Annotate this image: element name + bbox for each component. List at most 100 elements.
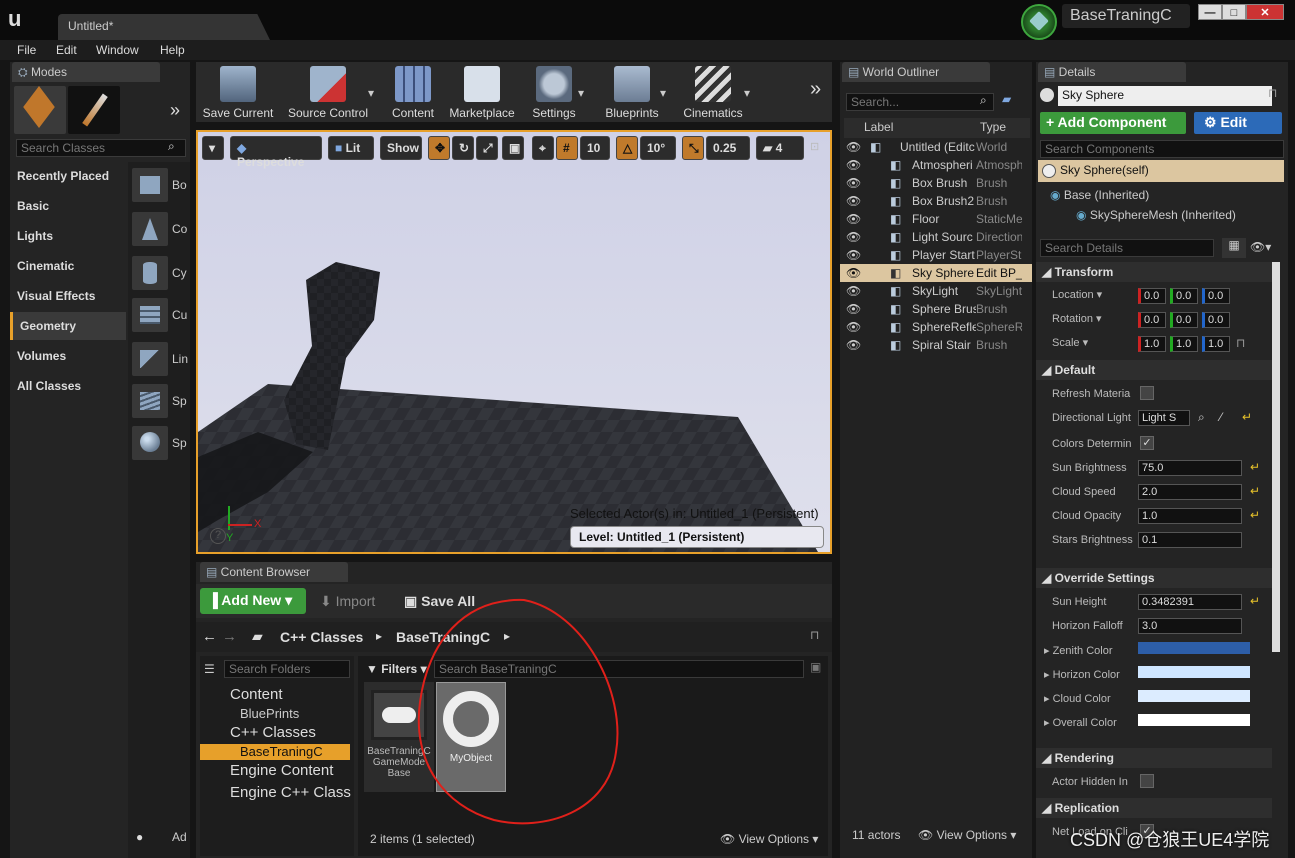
zenith-color-swatch[interactable]	[1138, 642, 1250, 654]
visibility-eye-icon[interactable]: 👁	[846, 338, 861, 352]
scale-snap-icon[interactable]: ⤡	[682, 136, 704, 160]
grid-snap-icon[interactable]: #	[556, 136, 578, 160]
source-control-button[interactable]: Source Control	[282, 66, 374, 120]
stars-brightness-value[interactable]: 0.1	[1138, 532, 1242, 548]
picker-icon[interactable]: ⁄	[1220, 410, 1222, 424]
col-type[interactable]: Type	[980, 120, 1006, 134]
outliner-row[interactable]: 👁 ◧ Atmospheri Atmosph	[840, 156, 1032, 174]
cinematics-dropdown-icon[interactable]: ▾	[744, 86, 750, 100]
outliner-row[interactable]: 👁 ◧ Floor StaticMe	[840, 210, 1032, 228]
toolbar-more-icon[interactable]: »	[810, 78, 821, 101]
scale-lock-icon[interactable]: ⊓	[1236, 336, 1245, 350]
visibility-eye-icon[interactable]: 👁▾	[1250, 240, 1271, 254]
outliner-row[interactable]: 👁 ◧ SkyLight SkyLight	[840, 282, 1032, 300]
camera-speed-button[interactable]: ▰ 4	[756, 136, 804, 160]
outliner-row[interactable]: 👁 ◧ Spiral Stair Brush	[840, 336, 1032, 354]
scale-y[interactable]: 1.0	[1170, 336, 1198, 352]
save-search-icon[interactable]: ▣	[810, 660, 821, 674]
viewport-options-button[interactable]: ▾	[202, 136, 224, 160]
category-basic[interactable]: Basic	[10, 192, 126, 220]
unreal-logo-icon[interactable]: u	[8, 6, 34, 32]
level-viewport[interactable]: ▾ ◆ Perspective ■ Lit Show ✥ ↻ ⤢ ▣ ⌖ # 1…	[196, 130, 832, 554]
outliner-row[interactable]: 👁 ◧ Sphere Brus Brush	[840, 300, 1032, 318]
visibility-eye-icon[interactable]: 👁	[846, 140, 861, 154]
source-control-dropdown-icon[interactable]: ▾	[368, 86, 374, 100]
folder-blueprints[interactable]: BluePrints	[200, 706, 350, 722]
section-rendering[interactable]: ◢ Rendering	[1036, 748, 1272, 768]
refresh-material-checkbox[interactable]	[1140, 386, 1154, 400]
blueprints-button[interactable]: Blueprints	[598, 66, 666, 120]
add-component-button[interactable]: + Add Component	[1040, 112, 1186, 134]
folder-engine-content[interactable]: Engine Content	[200, 762, 350, 780]
visibility-eye-icon[interactable]: 👁	[846, 194, 861, 208]
location-z[interactable]: 0.0	[1202, 288, 1230, 304]
expand-chevron-icon[interactable]: »	[170, 100, 180, 121]
visibility-eye-icon[interactable]: 👁	[846, 266, 861, 280]
spiral-stair-icon[interactable]	[132, 384, 168, 418]
paint-mode-button[interactable]	[68, 86, 120, 134]
view-options-button[interactable]: 👁 View Options ▾	[720, 832, 818, 846]
sphere-icon[interactable]	[132, 426, 168, 460]
rotation-x[interactable]: 0.0	[1138, 312, 1166, 328]
reset-arrow-icon[interactable]: ↵	[1250, 594, 1260, 608]
rotation-snap-icon[interactable]: △	[616, 136, 638, 160]
settings-button[interactable]: Settings	[526, 66, 582, 120]
component-self-row[interactable]: Sky Sphere(self)	[1038, 160, 1284, 182]
visibility-eye-icon[interactable]: 👁	[846, 248, 861, 262]
rotation-y[interactable]: 0.0	[1170, 312, 1198, 328]
sun-height-value[interactable]: 0.3482391	[1138, 594, 1242, 610]
visibility-eye-icon[interactable]: 👁	[846, 284, 861, 298]
save-current-button[interactable]: Save Current	[202, 66, 274, 120]
world-local-icon[interactable]: ▣	[502, 136, 524, 160]
scale-z[interactable]: 1.0	[1202, 336, 1230, 352]
horizon-falloff-value[interactable]: 3.0	[1138, 618, 1242, 634]
close-button[interactable]: ✕	[1246, 4, 1284, 20]
menu-window[interactable]: Window	[96, 43, 139, 57]
folder-cpp-classes[interactable]: C++ Classes	[200, 724, 350, 742]
outliner-row[interactable]: 👁 ◧ Box Brush Brush	[840, 174, 1032, 192]
add-new-button[interactable]: ▐ Add New ▾	[200, 588, 306, 614]
section-override-settings[interactable]: ◢ Override Settings	[1036, 568, 1272, 588]
cloud-speed-value[interactable]: 2.0	[1138, 484, 1242, 500]
back-arrow-icon[interactable]: ←	[202, 628, 217, 645]
visibility-eye-icon[interactable]: 👁	[846, 176, 861, 190]
colors-determined-checkbox[interactable]: ✓	[1140, 436, 1154, 450]
lock-icon[interactable]: ⊓	[810, 628, 819, 642]
details-scrollbar[interactable]	[1272, 262, 1280, 652]
component-base-row[interactable]: ◉ Base (Inherited)	[1050, 188, 1149, 202]
menu-edit[interactable]: Edit	[56, 43, 77, 57]
tab-details[interactable]: ▤ Details	[1038, 62, 1186, 82]
horizon-color-swatch[interactable]	[1138, 666, 1250, 678]
section-transform[interactable]: ◢ Transform	[1036, 262, 1272, 282]
rotation-z[interactable]: 0.0	[1202, 312, 1230, 328]
maximize-button[interactable]: □	[1222, 4, 1246, 20]
scale-tool-icon[interactable]: ⤢	[476, 136, 498, 160]
content-button[interactable]: Content	[388, 66, 438, 120]
reset-arrow-icon[interactable]: ↵	[1242, 410, 1252, 424]
prop-location-label[interactable]: Location ▾	[1052, 288, 1102, 301]
blueprints-dropdown-icon[interactable]: ▾	[660, 86, 666, 100]
folder-content[interactable]: Content	[200, 686, 350, 704]
menu-help[interactable]: Help	[160, 43, 185, 57]
category-lights[interactable]: Lights	[10, 222, 126, 250]
category-volumes[interactable]: Volumes	[10, 342, 126, 370]
outliner-search-input[interactable]: Search...	[846, 93, 994, 111]
section-replication[interactable]: ◢ Replication	[1036, 798, 1272, 818]
document-tab[interactable]: Untitled*	[58, 14, 270, 40]
lit-button[interactable]: ■ Lit	[328, 136, 374, 160]
tab-modes[interactable]: ⛭ Modes	[12, 62, 160, 82]
add-radio-icon[interactable]: ●	[136, 830, 143, 844]
minimize-button[interactable]: —	[1198, 4, 1222, 20]
actor-hidden-checkbox[interactable]	[1140, 774, 1154, 788]
tab-content-browser[interactable]: ▤ Content Browser	[200, 562, 348, 582]
outliner-row[interactable]: 👁 ◧ Box Brush2 Brush	[840, 192, 1032, 210]
category-cinematic[interactable]: Cinematic	[10, 252, 126, 280]
outliner-row[interactable]: 👁 ◧ Player Start PlayerSt	[840, 246, 1032, 264]
folder-engine-cpp[interactable]: Engine C++ Class	[200, 784, 354, 802]
cinematics-button[interactable]: Cinematics	[678, 66, 748, 120]
outliner-row[interactable]: 👁 ◧ Untitled (Editc World	[840, 138, 1032, 156]
cloud-opacity-value[interactable]: 1.0	[1138, 508, 1242, 524]
directional-light-select[interactable]: Light S	[1138, 410, 1190, 426]
category-geometry[interactable]: Geometry	[10, 312, 126, 340]
search-components-input[interactable]: Search Components	[1040, 140, 1284, 158]
